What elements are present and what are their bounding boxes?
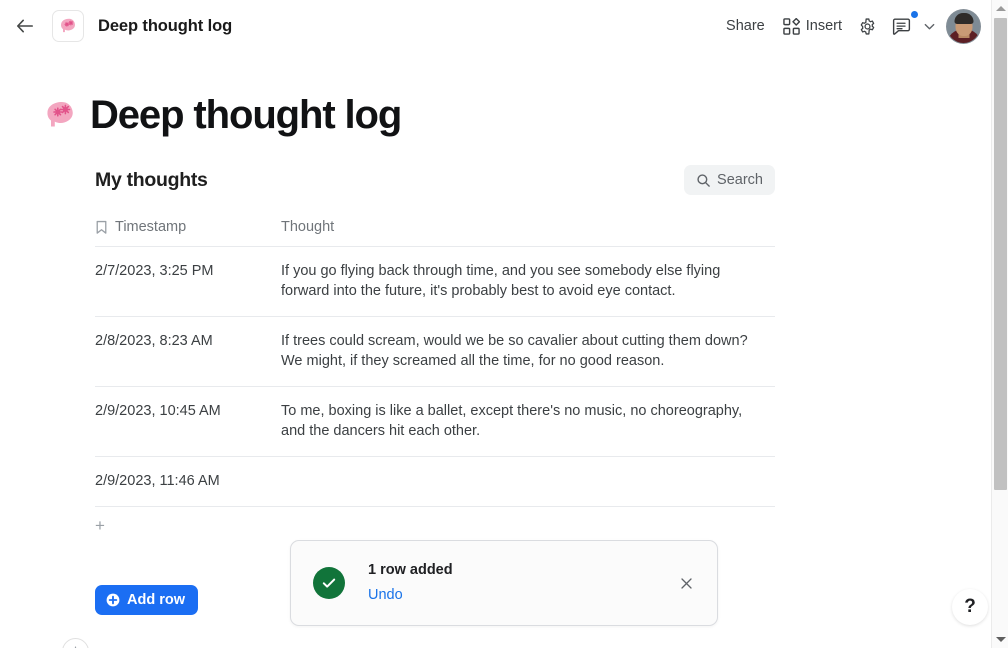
document-title[interactable]: Deep thought log [98, 17, 232, 36]
cell-thought[interactable]: If trees could scream, would we be so ca… [281, 316, 775, 387]
brain-emoji-icon [61, 18, 75, 33]
add-row-button[interactable]: Add row [95, 585, 198, 615]
arrow-left-icon [17, 19, 33, 33]
cell-timestamp[interactable]: 2/8/2023, 8:23 AM [95, 316, 281, 387]
page-title-row: Deep thought log [42, 95, 991, 135]
cell-thought[interactable]: To me, boxing is like a ballet, except t… [281, 386, 775, 457]
back-button[interactable] [8, 9, 42, 43]
question-mark-icon: ? [964, 596, 976, 617]
scroll-down-button[interactable] [992, 631, 1008, 648]
topbar-actions: Share Insert [717, 8, 991, 44]
gear-icon [860, 17, 875, 35]
plus-icon[interactable]: + [95, 516, 105, 535]
table-name[interactable]: My thoughts [95, 169, 208, 192]
cell-timestamp[interactable]: 2/7/2023, 3:25 PM [95, 246, 281, 317]
column-header-timestamp[interactable]: Timestamp [95, 219, 281, 247]
table-row[interactable]: 2/8/2023, 8:23 AM If trees could scream,… [95, 316, 775, 387]
check-icon [322, 578, 336, 588]
column-header-row: Timestamp Thought [95, 219, 775, 247]
add-row-button-label: Add row [127, 592, 185, 608]
share-button[interactable]: Share [717, 9, 774, 43]
comment-activity-icon [892, 17, 911, 35]
column-header-timestamp-label: Timestamp [115, 219, 187, 235]
scrollbar-thumb[interactable] [994, 18, 1007, 490]
table-row[interactable]: 2/9/2023, 10:45 AM To me, boxing is like… [95, 386, 775, 457]
page-title[interactable]: Deep thought log [90, 95, 402, 135]
settings-button[interactable] [851, 9, 884, 43]
document-icon-button[interactable] [52, 10, 84, 42]
thoughts-table: Timestamp Thought 2/7/2023, 3:25 PM If y… [95, 219, 775, 549]
toast-close-button[interactable] [673, 570, 699, 596]
cell-timestamp[interactable]: 2/9/2023, 11:46 AM [95, 456, 281, 507]
scroll-up-button[interactable] [992, 0, 1008, 17]
scroll-down-arrow-icon [995, 637, 1006, 642]
search-label: Search [717, 172, 763, 188]
table-row[interactable]: 2/9/2023, 11:46 AM [95, 456, 775, 507]
share-label: Share [726, 18, 765, 34]
undo-link[interactable]: Undo [368, 587, 403, 603]
cell-timestamp[interactable]: 2/9/2023, 10:45 AM [95, 386, 281, 457]
add-row-cell[interactable]: + [95, 506, 281, 549]
help-button[interactable]: ? [952, 589, 988, 625]
brain-emoji-icon[interactable] [42, 97, 78, 133]
vertical-scrollbar[interactable] [991, 0, 1008, 648]
toast-text-group: 1 row added Undo [368, 562, 453, 604]
grid-insert-icon [782, 17, 800, 35]
top-app-bar: Deep thought log Share Insert [0, 0, 991, 53]
close-icon [680, 577, 692, 589]
toast-title: 1 row added [368, 562, 453, 578]
comments-dropdown-chevron[interactable] [919, 9, 939, 43]
app-window: Deep thought log Share Insert Deep thoug… [0, 0, 1008, 648]
search-icon [697, 173, 710, 187]
toast-notification: 1 row added Undo [290, 540, 718, 626]
check-circle-icon [313, 567, 345, 599]
bookmark-icon [96, 220, 107, 234]
scroll-up-arrow-icon [995, 6, 1006, 11]
insert-label: Insert [805, 18, 842, 34]
table-row[interactable]: 2/7/2023, 3:25 PM If you go flying back … [95, 246, 775, 317]
column-header-thought-label: Thought [281, 219, 335, 235]
notification-badge [910, 10, 919, 19]
avatar-hair [954, 12, 973, 24]
table-header-row: My thoughts Search [95, 165, 775, 195]
chevron-down-icon [924, 23, 934, 29]
column-header-thought[interactable]: Thought [281, 219, 775, 247]
cell-thought[interactable] [281, 456, 775, 507]
plus-circle-icon [106, 593, 120, 607]
search-button[interactable]: Search [684, 165, 775, 195]
comments-button[interactable] [884, 9, 919, 43]
add-object-button[interactable] [62, 638, 89, 648]
avatar[interactable] [946, 8, 981, 44]
insert-button[interactable]: Insert [774, 9, 851, 43]
cell-thought[interactable]: If you go flying back through time, and … [281, 246, 775, 317]
